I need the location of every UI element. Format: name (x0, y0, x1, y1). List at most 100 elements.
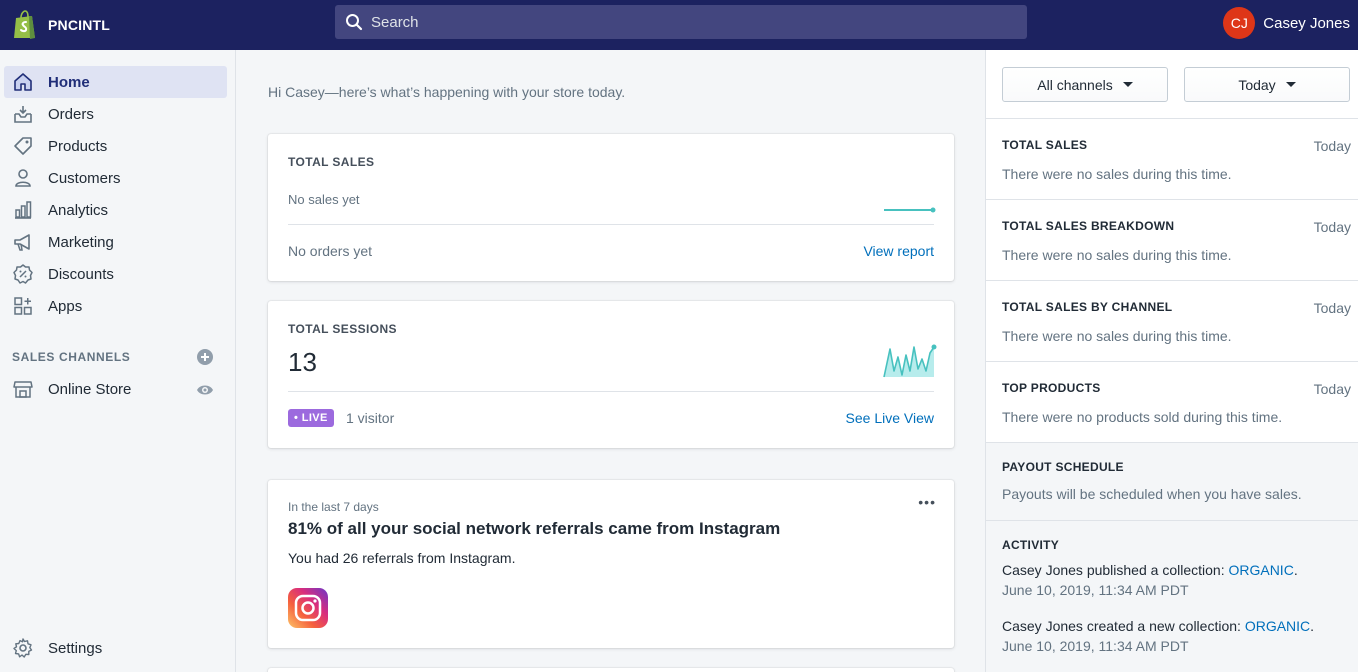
collection-link[interactable]: ORGANIC (1228, 562, 1293, 578)
total-sessions-card: TOTAL SESSIONS 13 • LIVE 1 visitor See L… (268, 301, 954, 448)
sidebar-item-settings[interactable]: Settings (4, 632, 227, 664)
activity-text: Casey Jones created a new collection: (1002, 618, 1245, 634)
report-title: TOTAL SALES BREAKDOWN (1002, 219, 1175, 233)
instagram-icon (288, 588, 328, 628)
more-actions-icon[interactable]: ••• (918, 494, 936, 510)
sidebar-item-label: Settings (48, 639, 103, 657)
visitor-count: 1 visitor (346, 410, 395, 426)
view-report-link[interactable]: View report (863, 243, 934, 259)
activity-date: June 10, 2019, 11:34 AM PDT (1002, 638, 1189, 654)
sidebar-item-apps[interactable]: Apps (4, 290, 227, 322)
user-name: Casey Jones (1263, 14, 1350, 32)
report-title: TOP PRODUCTS (1002, 381, 1101, 395)
sidebar-item-marketing[interactable]: Marketing (4, 226, 227, 258)
report-title: TOTAL SALES (1002, 138, 1088, 152)
store-brand[interactable]: PNCINTL (0, 10, 236, 40)
tag-icon (12, 135, 34, 157)
see-live-view-link[interactable]: See Live View (846, 410, 934, 426)
insight-headline: 81% of all your social network referrals… (288, 519, 781, 538)
report-period: Today (1313, 219, 1351, 235)
store-name: PNCINTL (48, 17, 111, 33)
report-total-sales-by-channel[interactable]: TOTAL SALES BY CHANNEL Today There were … (986, 280, 1358, 361)
insight-detail: You had 26 referrals from Instagram. (288, 550, 516, 566)
caret-down-icon (1122, 82, 1133, 87)
insight-card: In the last 7 days ••• 81% of all your s… (268, 480, 954, 648)
collection-link[interactable]: ORGANIC (1245, 618, 1310, 634)
date-range-dropdown[interactable]: Today (1184, 67, 1350, 102)
gear-icon (12, 637, 34, 659)
report-title: TOTAL SALES BY CHANNEL (1002, 300, 1173, 314)
shopify-bag-icon (14, 10, 35, 39)
store-icon (12, 378, 34, 400)
live-badge: • LIVE (288, 409, 334, 427)
sidebar-item-label: Orders (48, 105, 94, 123)
sidebar-item-label: Marketing (48, 233, 114, 251)
sidebar-item-home[interactable]: Home (4, 66, 227, 98)
sidebar-item-customers[interactable]: Customers (4, 162, 227, 194)
sidebar-item-discounts[interactable]: Discounts (4, 258, 227, 290)
divider (288, 224, 934, 225)
apps-icon (12, 295, 34, 317)
report-text: There were no sales during this time. (1002, 166, 1232, 182)
divider (288, 391, 934, 392)
sidebar-item-label: Customers (48, 169, 121, 187)
report-text: There were no sales during this time. (1002, 247, 1232, 263)
eye-icon[interactable] (196, 383, 214, 397)
activity-item: Casey Jones created a new collection: OR… (1002, 618, 1314, 634)
activity-date: June 10, 2019, 11:34 AM PDT (1002, 582, 1189, 598)
report-period: Today (1313, 300, 1351, 316)
sidebar-item-analytics[interactable]: Analytics (4, 194, 227, 226)
sidebar-item-label: Apps (48, 297, 83, 315)
card-title: TOTAL SALES (288, 155, 375, 169)
no-sales-text: No sales yet (288, 192, 360, 207)
total-sales-card: TOTAL SALES No sales yet No orders yet V… (268, 134, 954, 281)
search-input[interactable] (371, 13, 971, 31)
top-bar: PNCINTL CJ Casey Jones (0, 0, 1358, 50)
payout-title: PAYOUT SCHEDULE (1002, 460, 1124, 474)
search-bar[interactable] (335, 5, 1027, 39)
main-content: Hi Casey—here’s what’s happening with yo… (236, 50, 985, 672)
payout-text: Payouts will be scheduled when you have … (1002, 486, 1302, 502)
sidebar-item-online-store[interactable]: Online Store (4, 373, 227, 405)
report-top-products[interactable]: TOP PRODUCTS Today There were no product… (986, 361, 1358, 442)
search-icon (346, 14, 363, 31)
orders-icon (12, 103, 34, 125)
activity-item: Casey Jones published a collection: ORGA… (1002, 562, 1298, 578)
next-card (268, 668, 954, 672)
sidebar-item-label: Products (48, 137, 108, 155)
report-text: There were no sales during this time. (1002, 328, 1232, 344)
user-menu[interactable]: CJ Casey Jones (1223, 7, 1350, 39)
avatar: CJ (1223, 7, 1256, 39)
sales-sparkline (884, 207, 936, 213)
activity-end: . (1310, 618, 1315, 634)
activity-end: . (1293, 562, 1298, 578)
report-total-sales-breakdown[interactable]: TOTAL SALES BREAKDOWN Today There were n… (986, 199, 1358, 280)
report-text: There were no products sold during this … (1002, 409, 1283, 425)
add-channel-icon[interactable] (196, 348, 214, 366)
dropdown-label: Today (1238, 76, 1276, 93)
person-icon (12, 167, 34, 189)
sidebar: Home Orders Products Customers Analytics… (0, 50, 236, 672)
report-period: Today (1313, 138, 1351, 154)
all-channels-dropdown[interactable]: All channels (1002, 67, 1168, 102)
sidebar-item-label: Online Store (48, 380, 132, 398)
sidebar-item-label: Discounts (48, 265, 114, 283)
report-total-sales[interactable]: TOTAL SALES Today There were no sales du… (986, 118, 1358, 199)
caret-down-icon (1285, 82, 1296, 87)
activity-title: ACTIVITY (1002, 538, 1060, 552)
greeting-text: Hi Casey—here’s what’s happening with yo… (268, 84, 626, 100)
activity-text: Casey Jones published a collection: (1002, 562, 1229, 578)
sessions-sparkline (883, 344, 937, 378)
payout-schedule: PAYOUT SCHEDULE Payouts will be schedule… (986, 442, 1358, 520)
activity-feed: ACTIVITY Casey Jones published a collect… (986, 520, 1358, 672)
report-period: Today (1313, 381, 1351, 397)
sidebar-item-label: Analytics (48, 201, 109, 219)
insight-period: In the last 7 days (288, 500, 379, 514)
bar-chart-icon (12, 199, 34, 221)
sidebar-item-products[interactable]: Products (4, 130, 227, 162)
sidebar-item-orders[interactable]: Orders (4, 98, 227, 130)
discount-icon (12, 263, 34, 285)
sidebar-item-label: Home (48, 73, 90, 91)
card-title: TOTAL SESSIONS (288, 322, 397, 336)
sales-channels-title: SALES CHANNELS (12, 350, 131, 364)
